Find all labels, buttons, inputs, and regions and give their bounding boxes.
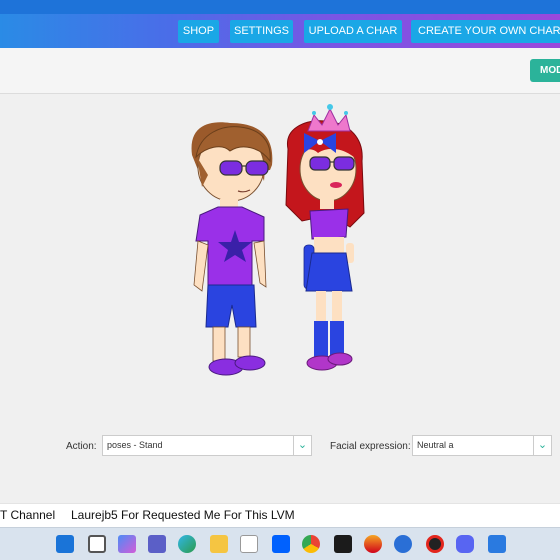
dropbox-icon[interactable] <box>272 535 290 553</box>
discord-icon[interactable] <box>456 535 474 553</box>
chevron-down-icon: ⌄ <box>293 436 311 455</box>
facial-expression-label: Facial expression: <box>330 441 411 452</box>
action-select[interactable]: poses - Stand ⌄ <box>102 435 312 456</box>
toolbar: MODE <box>0 48 560 94</box>
mode-button[interactable]: MODE <box>530 59 560 82</box>
nav-bar: SHOP SETTINGS UPLOAD A CHAR CREATE YOUR … <box>0 14 560 48</box>
upload-char-button[interactable]: UPLOAD A CHAR <box>304 20 402 43</box>
create-character-button[interactable]: CREATE YOUR OWN CHARACTER <box>411 20 560 43</box>
action-value: poses - Stand <box>107 440 163 450</box>
file-explorer-icon[interactable] <box>210 535 228 553</box>
girl-character <box>285 104 365 371</box>
facial-expression-value: Neutral a <box>417 440 454 450</box>
settings-button[interactable]: SETTINGS <box>230 20 293 43</box>
copilot-icon[interactable] <box>118 535 136 553</box>
ticker-text-1: T Channel <box>0 508 56 522</box>
action-label: Action: <box>66 441 97 452</box>
ticker-text-2: Laurejb5 For Requested Me For This LVM <box>71 508 295 522</box>
characters-illustration <box>191 104 365 376</box>
boy-character <box>191 122 273 376</box>
sourcetree-icon[interactable] <box>394 535 412 553</box>
facial-expression-select[interactable]: Neutral a ⌄ <box>412 435 552 456</box>
window-title-bar <box>0 0 560 14</box>
vegas-icon[interactable] <box>334 535 352 553</box>
chevron-down-icon: ⌄ <box>533 436 551 455</box>
task-view-icon[interactable] <box>88 535 106 553</box>
share-icon[interactable] <box>488 535 506 553</box>
shop-button[interactable]: SHOP <box>178 20 219 43</box>
record-icon[interactable] <box>426 535 444 553</box>
teams-icon[interactable] <box>148 535 166 553</box>
scrolling-ticker: T Channel Laurejb5 For Requested Me For … <box>0 503 560 527</box>
edge-icon[interactable] <box>178 535 196 553</box>
chrome-icon[interactable] <box>302 535 320 553</box>
character-stage: Action: poses - Stand ⌄ Facial expressio… <box>0 95 560 503</box>
app-window: SHOP SETTINGS UPLOAD A CHAR CREATE YOUR … <box>0 0 560 560</box>
windows-start-icon[interactable] <box>56 535 74 553</box>
taskbar <box>0 527 560 560</box>
store-icon[interactable] <box>240 535 258 553</box>
media-icon[interactable] <box>364 535 382 553</box>
